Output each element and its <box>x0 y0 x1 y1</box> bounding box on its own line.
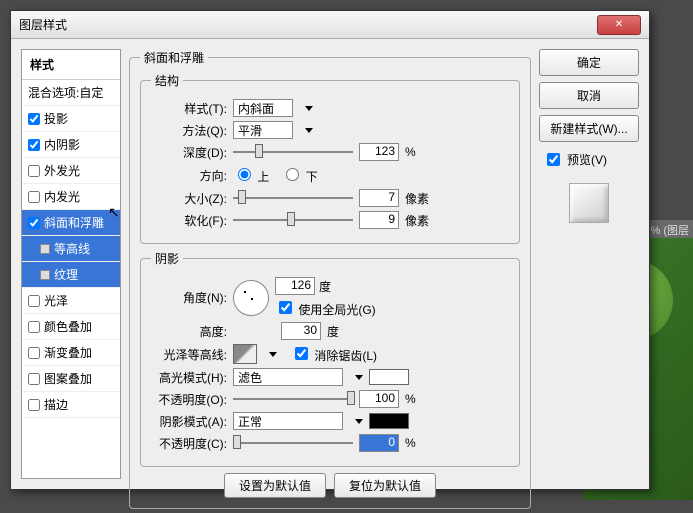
gloss-contour[interactable] <box>233 344 257 364</box>
style-drop-shadow[interactable]: 投影 <box>22 106 120 132</box>
blending-options[interactable]: 混合选项:自定 <box>22 80 120 106</box>
new-style-button[interactable]: 新建样式(W)... <box>539 115 639 142</box>
outer-glow-check[interactable] <box>28 165 40 177</box>
global-light-check[interactable]: 使用全局光(G) <box>275 298 376 318</box>
style-texture[interactable]: 纹理 <box>22 262 120 288</box>
satin-check[interactable] <box>28 295 40 307</box>
style-inner-shadow[interactable]: 内阴影 <box>22 132 120 158</box>
chevron-down-icon[interactable] <box>355 419 363 424</box>
chevron-down-icon[interactable] <box>355 375 363 380</box>
angle-widget[interactable] <box>233 280 269 316</box>
pattern-overlay-check[interactable] <box>28 373 40 385</box>
make-default-button[interactable]: 设置为默认值 <box>224 473 326 498</box>
stroke-check[interactable] <box>28 399 40 411</box>
soften-input[interactable]: 9 <box>359 211 399 229</box>
style-inner-glow[interactable]: 内发光 <box>22 184 120 210</box>
angle-input[interactable]: 126 <box>275 277 315 295</box>
structure-group: 结构 样式(T):内斜面 方法(Q):平滑 深度(D):123% 方向: 上 下… <box>140 72 520 244</box>
direction-down[interactable]: 下 <box>281 165 317 185</box>
dialog-buttons: 确定 取消 新建样式(W)... 预览(V) <box>539 49 639 479</box>
highlight-opacity-slider[interactable] <box>233 390 353 408</box>
texture-icon <box>40 270 50 280</box>
style-contour[interactable]: 等高线 <box>22 236 120 262</box>
style-color-overlay[interactable]: 颜色叠加 <box>22 314 120 340</box>
highlight-mode-combo[interactable]: 滤色 <box>233 368 343 386</box>
preview-swatch <box>569 183 609 223</box>
soften-slider[interactable] <box>233 211 353 229</box>
antialias-check[interactable]: 消除锯齿(L) <box>291 344 377 364</box>
cancel-button[interactable]: 取消 <box>539 82 639 109</box>
contour-icon <box>40 244 50 254</box>
shadow-mode-combo[interactable]: 正常 <box>233 412 343 430</box>
style-label: 样式(T): <box>151 100 227 117</box>
style-bevel-emboss[interactable]: 斜面和浮雕 <box>22 210 120 236</box>
style-gradient-overlay[interactable]: 渐变叠加 <box>22 340 120 366</box>
depth-input[interactable]: 123 <box>359 143 399 161</box>
altitude-input[interactable]: 30 <box>281 322 321 340</box>
layer-style-dialog: 图层样式 ✕ 样式 混合选项:自定 投影 内阴影 外发光 内发光 斜面和浮雕 等… <box>10 10 650 490</box>
dialog-title: 图层样式 <box>19 16 597 33</box>
styles-list: 样式 混合选项:自定 投影 内阴影 外发光 内发光 斜面和浮雕 等高线 纹理 光… <box>21 49 121 479</box>
size-slider[interactable] <box>233 189 353 207</box>
technique-label: 方法(Q): <box>151 122 227 139</box>
highlight-color[interactable] <box>369 369 409 385</box>
highlight-opacity-input[interactable]: 100 <box>359 390 399 408</box>
bevel-legend: 斜面和浮雕 <box>140 49 208 66</box>
bevel-check[interactable] <box>28 217 40 229</box>
reset-default-button[interactable]: 复位为默认值 <box>334 473 436 498</box>
shadow-opacity-input[interactable]: 0 <box>359 434 399 452</box>
bevel-panel: 斜面和浮雕 结构 样式(T):内斜面 方法(Q):平滑 深度(D):123% 方… <box>129 49 531 479</box>
gradient-overlay-check[interactable] <box>28 347 40 359</box>
preview-check[interactable]: 预览(V) <box>539 148 639 171</box>
depth-slider[interactable] <box>233 143 353 161</box>
style-pattern-overlay[interactable]: 图案叠加 <box>22 366 120 392</box>
style-stroke[interactable]: 描边 <box>22 392 120 418</box>
inner-glow-check[interactable] <box>28 191 40 203</box>
close-button[interactable]: ✕ <box>597 15 641 35</box>
style-combo[interactable]: 内斜面 <box>233 99 293 117</box>
chevron-down-icon[interactable] <box>305 106 313 111</box>
shadow-opacity-slider[interactable] <box>233 434 353 452</box>
style-outer-glow[interactable]: 外发光 <box>22 158 120 184</box>
chevron-down-icon[interactable] <box>305 128 313 133</box>
inner-shadow-check[interactable] <box>28 139 40 151</box>
technique-combo[interactable]: 平滑 <box>233 121 293 139</box>
styles-header: 样式 <box>22 50 120 80</box>
bevel-fieldset: 斜面和浮雕 结构 样式(T):内斜面 方法(Q):平滑 深度(D):123% 方… <box>129 49 531 509</box>
direction-up[interactable]: 上 <box>233 165 269 185</box>
shading-group: 阴影 角度(N): 126度 使用全局光(G) 高度:30度 光泽等高线: 消除… <box>140 250 520 467</box>
drop-shadow-check[interactable] <box>28 113 40 125</box>
ok-button[interactable]: 确定 <box>539 49 639 76</box>
size-input[interactable]: 7 <box>359 189 399 207</box>
style-satin[interactable]: 光泽 <box>22 288 120 314</box>
chevron-down-icon[interactable] <box>269 352 277 357</box>
titlebar: 图层样式 ✕ <box>11 11 649 39</box>
color-overlay-check[interactable] <box>28 321 40 333</box>
shadow-color[interactable] <box>369 413 409 429</box>
